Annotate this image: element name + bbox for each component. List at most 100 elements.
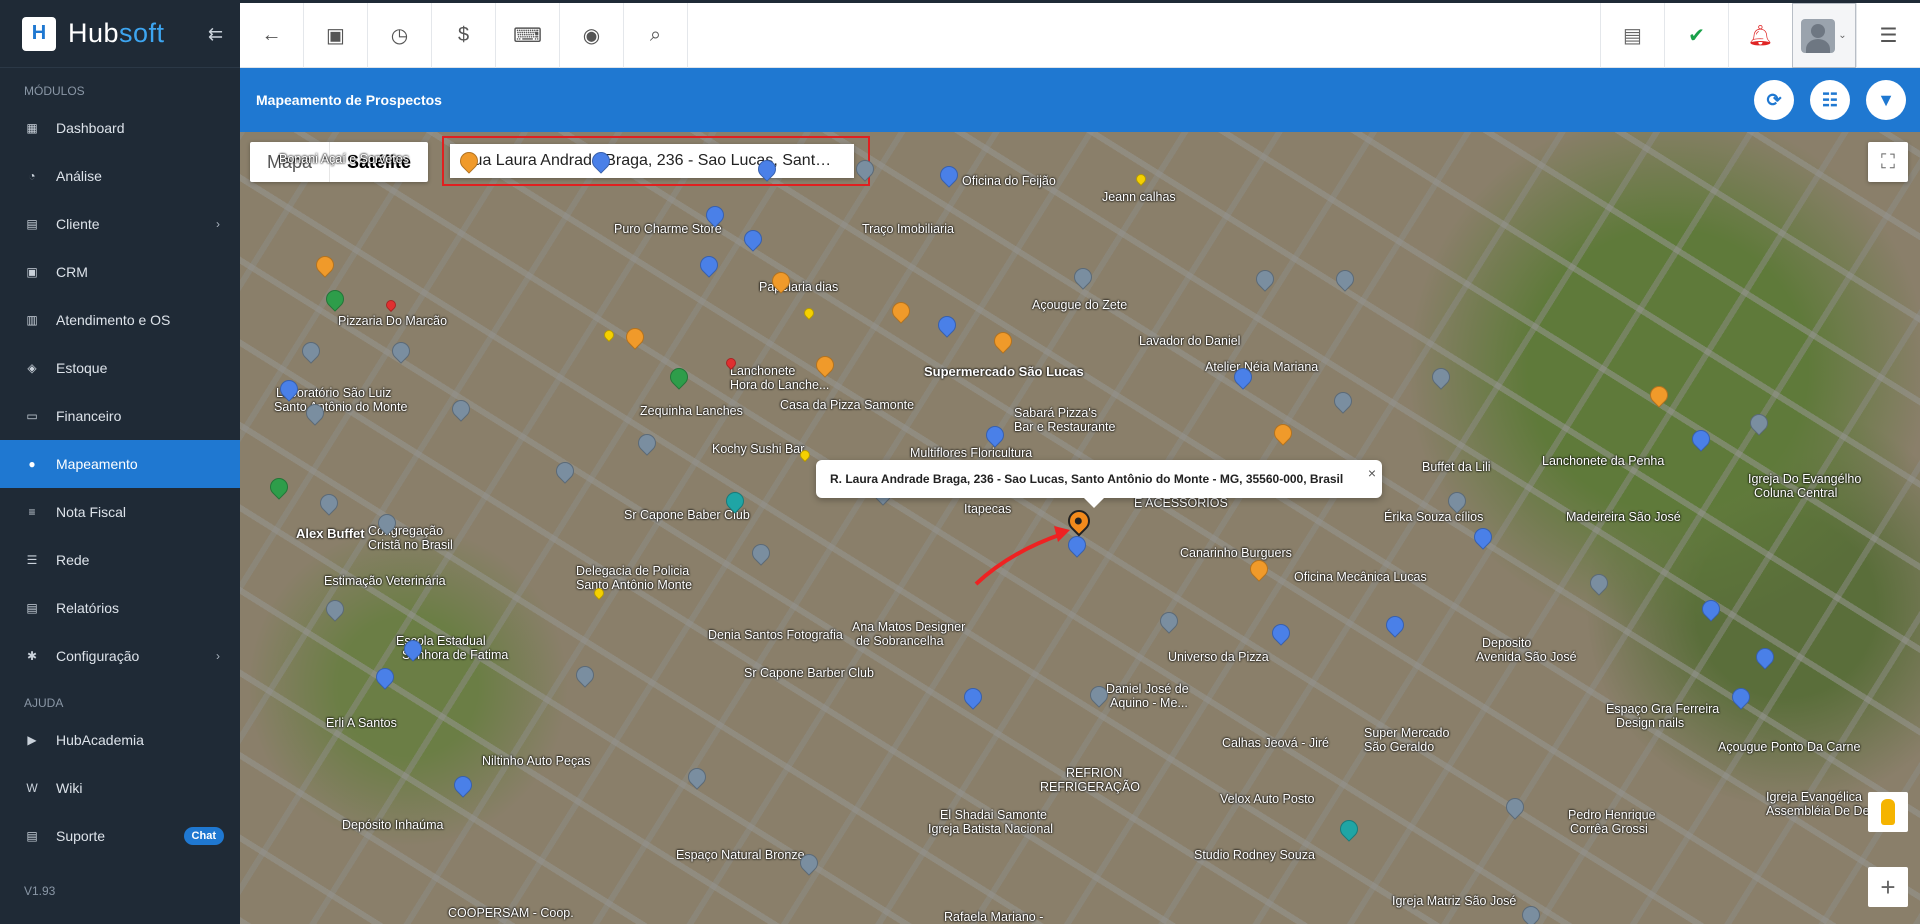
tasks-button[interactable]: ✔: [1664, 3, 1728, 68]
map-poi-marker[interactable]: [1268, 620, 1294, 646]
pdf-button[interactable]: ▤: [1600, 3, 1664, 68]
map-poi-marker[interactable]: [1646, 382, 1672, 408]
sidebar-item-wiki[interactable]: W Wiki: [0, 764, 240, 812]
map-place-label: Santo Antônio do Monte: [274, 400, 408, 414]
map-poi-marker[interactable]: [1752, 644, 1778, 670]
map-poi-marker[interactable]: [634, 430, 660, 456]
map-poi-marker[interactable]: [316, 490, 342, 516]
terminal-button[interactable]: ⌨: [496, 3, 560, 68]
sidebar-item-analise[interactable]: ◔ Análise: [0, 152, 240, 200]
support-icon: ▤: [26, 829, 38, 843]
pdf-file-icon: ▤: [1623, 25, 1642, 47]
sidebar-item-configuracao[interactable]: ✱ Configuração ›: [0, 632, 240, 680]
sidebar-item-financeiro[interactable]: ▭ Financeiro: [0, 392, 240, 440]
map-poi-marker[interactable]: [748, 540, 774, 566]
map-poi-marker[interactable]: [1330, 388, 1356, 414]
map-poi-marker[interactable]: [1382, 612, 1408, 638]
map-poi-marker[interactable]: [1518, 902, 1544, 924]
map-poi-marker[interactable]: [960, 684, 986, 710]
map-poi-marker[interactable]: [1428, 364, 1454, 390]
map-poi-marker[interactable]: [388, 338, 414, 364]
map-poi-marker[interactable]: [666, 364, 692, 390]
map-poi-marker[interactable]: [1270, 420, 1296, 446]
map-poi-marker[interactable]: [322, 596, 348, 622]
map-poi-marker[interactable]: [372, 664, 398, 690]
map-poi-marker[interactable]: [312, 252, 338, 278]
map-poi-marker[interactable]: [1586, 570, 1612, 596]
street-view-pegman[interactable]: [1868, 792, 1908, 832]
chat-badge[interactable]: Chat: [183, 827, 224, 845]
check-chat-icon: ✔: [1688, 25, 1705, 47]
map-poi-marker[interactable]: [1470, 524, 1496, 550]
user-menu-button[interactable]: ⌄: [1792, 3, 1856, 68]
view-button[interactable]: ◉: [560, 3, 624, 68]
brand[interactable]: H Hubsoft: [0, 0, 240, 68]
sidebar-item-estoque[interactable]: ◈ Estoque: [0, 344, 240, 392]
sidebar-item-label: Relatórios: [56, 600, 120, 616]
sidebar-item-atendimento[interactable]: ▥ Atendimento e OS: [0, 296, 240, 344]
map-poi-marker[interactable]: [684, 764, 710, 790]
map-poi-marker[interactable]: [552, 458, 578, 484]
finance-button[interactable]: $: [432, 3, 496, 68]
map-poi-marker[interactable]: [740, 226, 766, 252]
menu-list-button[interactable]: ☰: [1856, 3, 1920, 68]
map-poi-marker[interactable]: [982, 422, 1008, 448]
map-poi-marker[interactable]: [934, 312, 960, 338]
map-poi-marker[interactable]: [1502, 794, 1528, 820]
map-poi-marker[interactable]: [1070, 264, 1096, 290]
alerts-button[interactable]: 🔔︎: [1728, 3, 1792, 68]
chevron-right-icon: ›: [216, 217, 220, 231]
sidebar-item-cliente[interactable]: ▤ Cliente ›: [0, 200, 240, 248]
close-icon[interactable]: ×: [1368, 454, 1376, 492]
map-canvas[interactable]: Mapa Satélite Rua Laura Andrade Braga, 2…: [240, 132, 1920, 924]
collapse-sidebar-icon[interactable]: ⇇: [208, 24, 223, 45]
map-poi-marker[interactable]: [1332, 266, 1358, 292]
map-poi-marker[interactable]: [1246, 556, 1272, 582]
map-poi-marker[interactable]: [1252, 266, 1278, 292]
list-view-button[interactable]: ☷: [1810, 80, 1850, 120]
calendar-clock-icon: ◷: [390, 25, 409, 47]
sidebar-item-label: Nota Fiscal: [56, 504, 127, 520]
map-poi-marker[interactable]: [888, 298, 914, 324]
map-poi-marker[interactable]: [696, 252, 722, 278]
search-button[interactable]: ⌕: [624, 3, 688, 68]
map-poi-marker[interactable]: [450, 772, 476, 798]
map-poi-marker[interactable]: [298, 338, 324, 364]
back-button[interactable]: ←: [240, 3, 304, 68]
map-poi-marker[interactable]: [1156, 608, 1182, 634]
map-poi-marker[interactable]: [1336, 816, 1362, 842]
map-poi-marker[interactable]: [322, 286, 348, 312]
sidebar-item-rede[interactable]: ☰ Rede: [0, 536, 240, 584]
map-place-label: Atelier Néia Mariana: [1205, 360, 1319, 374]
sidebar-item-crm[interactable]: ▣ CRM: [0, 248, 240, 296]
map-poi-marker[interactable]: [801, 305, 817, 321]
map-poi-marker[interactable]: [1746, 410, 1772, 436]
sidebar-item-mapeamento[interactable]: ● Mapeamento: [0, 440, 240, 488]
map-poi-marker[interactable]: [812, 352, 838, 378]
map-poi-marker[interactable]: [936, 162, 962, 188]
sidebar-item-nota-fiscal[interactable]: ≡ Nota Fiscal: [0, 488, 240, 536]
section-help: AJUDA: [24, 696, 64, 710]
filter-button[interactable]: ▼: [1866, 80, 1906, 120]
sidebar-item-relatorios[interactable]: ▤ Relatórios: [0, 584, 240, 632]
map-poi-marker[interactable]: [622, 324, 648, 350]
sidebar-item-hubacademia[interactable]: ▶ HubAcademia: [0, 716, 240, 764]
map-poi-marker[interactable]: [266, 474, 292, 500]
address-search-input[interactable]: Rua Laura Andrade Braga, 236 - Sao Lucas…: [450, 144, 854, 178]
refresh-button[interactable]: ⟳: [1754, 80, 1794, 120]
map-poi-marker[interactable]: [383, 297, 399, 313]
map-poi-marker[interactable]: [1688, 426, 1714, 452]
map-poi-marker[interactable]: [1133, 171, 1149, 187]
sidebar-item-dashboard[interactable]: ▦ Dashboard: [0, 104, 240, 152]
zoom-in-button[interactable]: +: [1868, 867, 1908, 907]
map-poi-marker[interactable]: [990, 328, 1016, 354]
map-poi-marker[interactable]: [601, 327, 617, 343]
contacts-button[interactable]: ▣: [304, 3, 368, 68]
map-poi-marker[interactable]: [448, 396, 474, 422]
map-poi-marker[interactable]: [1698, 596, 1724, 622]
map-poi-marker[interactable]: [572, 662, 598, 688]
schedule-button[interactable]: ◷: [368, 3, 432, 68]
sidebar-item-suporte[interactable]: ▤ Suporte Chat: [0, 812, 240, 860]
map-poi-marker[interactable]: [1728, 684, 1754, 710]
fullscreen-button[interactable]: ⛶: [1868, 142, 1908, 182]
